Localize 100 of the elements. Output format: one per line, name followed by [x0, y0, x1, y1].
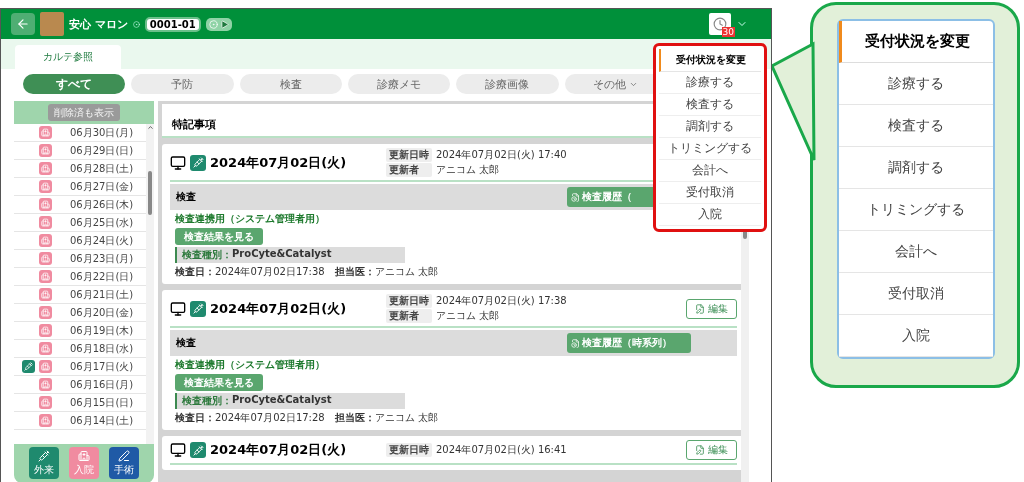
record-date: 2024年07月02日(火) — [210, 441, 348, 459]
patient-name: 安心 マロン — [69, 16, 128, 32]
date-list-item[interactable]: 06月30日(月) — [14, 124, 146, 142]
monitor-icon — [170, 442, 186, 458]
hospital-icon — [39, 144, 52, 157]
pen-icon — [118, 449, 130, 462]
date-list-item[interactable]: 06月27日(金) — [14, 178, 146, 196]
date-list-item[interactable]: 06月19日(木) — [14, 322, 146, 340]
hospital-icon — [39, 360, 52, 373]
document-icon — [571, 338, 580, 348]
syringe-icon — [190, 154, 206, 171]
hospital-icon — [39, 306, 52, 319]
date-text: 06月18日(水) — [70, 341, 134, 356]
hospital-icon — [39, 252, 52, 265]
syringe-icon — [38, 449, 50, 462]
filter-tab[interactable]: 予防 — [131, 74, 234, 94]
section-title: 検査 — [176, 336, 196, 350]
date-text: 06月28日(土) — [70, 161, 134, 176]
hospital-icon — [39, 288, 52, 301]
editor-name: アニコム 太郎 — [436, 309, 501, 323]
date-text: 06月14日(土) — [70, 413, 134, 428]
notes-title: 特記事項 — [172, 118, 216, 131]
exam-type-value: ProCyte&Catalyst — [232, 394, 332, 407]
date-text: 06月15日(日) — [70, 395, 134, 410]
hospital-icon — [39, 378, 52, 391]
date-list-item[interactable]: 06月14日(土) — [14, 412, 146, 430]
menu-item[interactable]: 調剤する — [659, 116, 761, 138]
exam-title: 検査連携用（システム管理者用） — [175, 358, 325, 372]
filter-tab[interactable]: すべて — [23, 74, 126, 94]
date-list-item[interactable]: 06月16日(月) — [14, 376, 146, 394]
hospital-icon — [39, 180, 52, 193]
back-button[interactable] — [11, 13, 35, 35]
exam-type-label: 検査種別： — [182, 248, 232, 262]
exam-type-label: 検査種別： — [182, 394, 232, 408]
monitor-icon — [170, 154, 186, 171]
date-list-item[interactable]: 06月21日(土) — [14, 286, 146, 304]
date-text: 06月27日(金) — [70, 179, 134, 194]
scroll-up-icon[interactable] — [146, 124, 154, 131]
date-text: 06月21日(土) — [70, 287, 134, 302]
edit-button[interactable]: 編集 — [686, 298, 737, 319]
date-text: 06月25日(水) — [70, 215, 134, 230]
date-text: 06月22日(日) — [70, 269, 134, 284]
edit-icon — [695, 445, 705, 455]
document-icon — [571, 192, 580, 202]
date-list-item[interactable]: 06月24日(火) — [14, 232, 146, 250]
hospital-icon — [39, 414, 52, 427]
date-list-item[interactable]: 06月28日(土) — [14, 160, 146, 178]
label: 更新者 — [386, 309, 432, 323]
status-badge — [205, 17, 232, 31]
updated-time: 2024年07月02日(火) 16:41 — [436, 443, 567, 457]
hospital-icon — [39, 396, 52, 409]
filter-tab[interactable]: 診療画像 — [456, 74, 559, 94]
filter-tab[interactable]: 検査 — [239, 74, 342, 94]
edit-icon — [695, 303, 705, 314]
date-text: 06月30日(月) — [70, 125, 134, 140]
date-list-item[interactable]: 06月15日(日) — [14, 394, 146, 412]
hospital-icon — [39, 270, 52, 283]
photo-placeholder — [40, 12, 64, 36]
exam-type-value: ProCyte&Catalyst — [232, 248, 332, 261]
updated-time: 2024年07月02日(火) 17:38 — [436, 294, 567, 308]
date-text: 06月20日(金) — [70, 305, 134, 320]
syringe-icon — [190, 300, 206, 317]
date-list-item[interactable]: 06月20日(金) — [14, 304, 146, 322]
date-text: 06月29日(日) — [70, 143, 134, 158]
label: 更新日時 — [386, 294, 432, 308]
hospital-icon — [39, 234, 52, 247]
monitor-icon — [170, 300, 186, 317]
edit-button[interactable]: 編集 — [686, 440, 737, 460]
surgery-button[interactable]: 手術 — [109, 447, 139, 479]
date-list-item[interactable]: 06月29日(日) — [14, 142, 146, 160]
hospital-icon — [39, 216, 52, 229]
hospital-icon — [39, 198, 52, 211]
date-text: 06月26日(木) — [70, 197, 134, 212]
exam-detail: 検査日：2024年07月02日17:38 担当医：アニコム 太郎 — [175, 265, 438, 279]
date-text: 06月19日(木) — [70, 323, 134, 338]
date-list-item[interactable]: 06月25日(水) — [14, 214, 146, 232]
menu-item[interactable]: 診療する — [659, 72, 761, 94]
filter-tab[interactable]: 診療メモ — [348, 74, 451, 94]
date-list-item[interactable]: 06月18日(水) — [14, 340, 146, 358]
syringe-icon — [22, 360, 35, 373]
record-date: 2024年07月02日(火) — [210, 153, 348, 172]
tab[interactable]: カルテ参照 — [15, 45, 121, 69]
date-list-item[interactable]: 06月26日(木) — [14, 196, 146, 214]
count-badge: 30 — [721, 27, 735, 37]
exam-title: 検査連携用（システム管理者用） — [175, 212, 325, 226]
updated-time: 2024年07月02日(火) 17:40 — [436, 148, 567, 162]
date-text: 06月23日(月) — [70, 251, 134, 266]
date-text: 06月24日(火) — [70, 233, 134, 248]
label: 更新日時 — [386, 443, 432, 457]
hospital-icon — [39, 162, 52, 175]
date-list-item[interactable]: 06月23日(月) — [14, 250, 146, 268]
small-mark-icon — [132, 20, 140, 28]
outpatient-button[interactable]: 外来 — [29, 447, 59, 479]
date-list-item[interactable]: 06月22日(日) — [14, 268, 146, 286]
date-list-item[interactable]: 06月17日(火) — [14, 358, 146, 376]
record-date: 2024年07月02日(火) — [210, 299, 348, 318]
patient-id: 0001-01 — [144, 16, 201, 32]
syringe-icon — [190, 442, 206, 458]
hospital-icon — [78, 449, 90, 462]
label: 更新者 — [386, 163, 432, 177]
